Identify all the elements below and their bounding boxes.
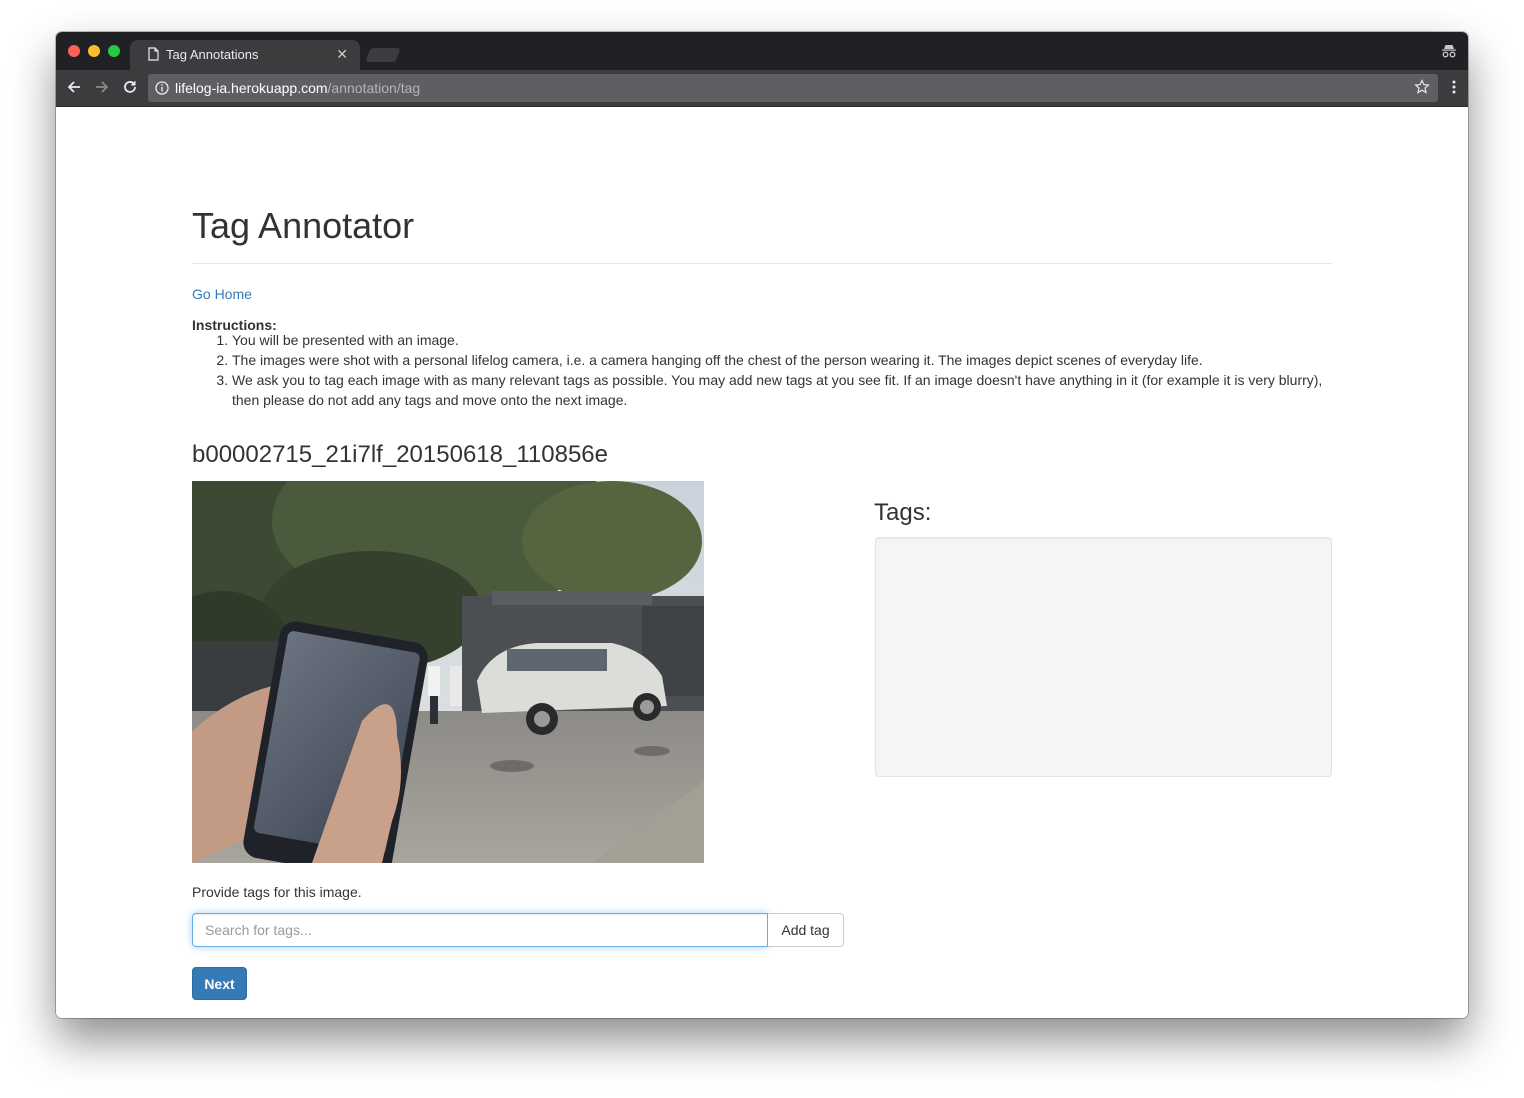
url-text: lifelog-ia.herokuapp.com/annotation/tag	[175, 80, 420, 96]
info-icon[interactable]	[155, 81, 169, 100]
url-path: /annotation/tag	[327, 80, 421, 96]
instruction-item: The images were shot with a personal lif…	[232, 350, 1332, 370]
reload-icon[interactable]	[122, 79, 138, 100]
page-content: Tag Annotator Go Home Instructions: You …	[56, 107, 1468, 1018]
add-tag-button[interactable]: Add tag	[768, 913, 844, 947]
tab-close-icon[interactable]: ✕	[336, 46, 348, 63]
tags-container	[875, 537, 1332, 777]
tags-prompt: Provide tags for this image.	[192, 884, 362, 900]
page-title: Tag Annotator	[192, 205, 415, 246]
forward-arrow-icon[interactable]	[94, 79, 110, 100]
address-bar[interactable]: lifelog-ia.herokuapp.com/annotation/tag	[148, 74, 1438, 102]
maximize-window-button[interactable]	[108, 45, 120, 57]
title-bar: Tag Annotations ✕	[56, 32, 1468, 70]
minimize-window-button[interactable]	[88, 45, 100, 57]
bookmark-star-icon[interactable]	[1414, 79, 1430, 100]
browser-toolbar: lifelog-ia.herokuapp.com/annotation/tag	[56, 70, 1468, 107]
lifelog-photo	[192, 481, 704, 863]
tags-heading: Tags:	[874, 499, 932, 526]
instructions-list: You will be presented with an image. The…	[192, 330, 1332, 410]
incognito-icon	[1440, 42, 1458, 65]
tab-title: Tag Annotations	[166, 47, 259, 62]
url-host: lifelog-ia.herokuapp.com	[175, 80, 328, 96]
go-home-link[interactable]: Go Home	[192, 286, 252, 302]
back-arrow-icon[interactable]	[66, 79, 82, 100]
next-button[interactable]: Next	[192, 967, 247, 1000]
divider	[192, 263, 1332, 264]
browser-window: Tag Annotations ✕ lifelog-ia.herokuapp.c…	[56, 32, 1468, 1018]
browser-tab-content: Tag Annotations ✕	[138, 40, 360, 70]
instruction-item: You will be presented with an image.	[232, 330, 1332, 350]
document-icon	[148, 47, 159, 66]
new-tab-button[interactable]	[365, 48, 401, 62]
close-window-button[interactable]	[68, 45, 80, 57]
image-name: b00002715_21i7lf_20150618_110856e	[192, 441, 608, 468]
tag-search-input[interactable]	[192, 913, 768, 947]
instruction-item: We ask you to tag each image with as man…	[232, 370, 1332, 410]
kebab-menu-icon[interactable]	[1452, 79, 1456, 100]
